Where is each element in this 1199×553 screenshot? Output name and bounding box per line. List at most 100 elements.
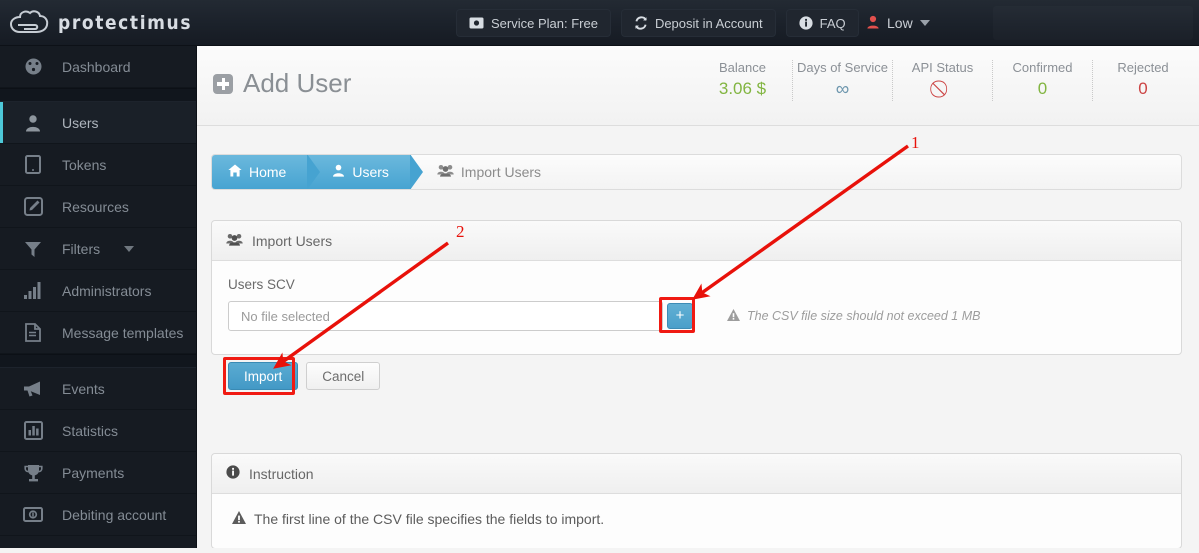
breadcrumb-label: Import Users [460, 164, 542, 180]
service-plan-label: Service Plan: Free [491, 15, 598, 31]
stats-bar: Balance 3.06 $ Days of Service ∞ API Sta… [693, 60, 1193, 101]
stat-rejected: Rejected 0 [1093, 60, 1193, 101]
import-panel-title: Import Users [252, 232, 333, 249]
csv-size-hint-text: The CSV file size should not exceed 1 MB [747, 309, 981, 323]
import-panel-header: Import Users [212, 221, 1181, 261]
sidebar-label: Dashboard [62, 58, 131, 75]
warning-icon [727, 308, 740, 324]
form-buttons: Import Cancel [223, 357, 1165, 395]
stat-key: Confirmed [1012, 60, 1073, 75]
faq-button[interactable]: FAQ [785, 9, 859, 37]
megaphone-icon [22, 380, 44, 398]
sidebar-item-tokens[interactable]: Tokens [0, 144, 196, 186]
sidebar-item-resources[interactable]: Resources [0, 186, 196, 228]
users-csv-label: Users SCV [228, 277, 295, 292]
instruction-panel-title: Instruction [249, 465, 314, 482]
banknote-icon [22, 507, 44, 522]
instruction-text-value: The first line of the CSV file specifies… [254, 511, 605, 527]
user-icon [22, 114, 44, 132]
stat-key: Balance [719, 60, 766, 75]
topbar-buttons: Service Plan: Free Deposit in Account FA… [456, 0, 859, 46]
sidebar-label: Payments [62, 464, 125, 481]
breadcrumb-item-home[interactable]: Home [212, 155, 321, 189]
sidebar-item-statistics[interactable]: Statistics [0, 410, 196, 452]
stat-key: API Status [911, 60, 974, 75]
sidebar-label: Message templates [62, 324, 184, 341]
top-navigation-bar: protectimus Service Plan: Free Deposit i… [0, 0, 1199, 46]
sidebar-label: Events [62, 380, 105, 397]
import-panel-body: Users SCV No file selected + The CSV fil… [212, 261, 1181, 395]
faq-label: FAQ [819, 15, 846, 31]
sidebar-label: Administrators [62, 282, 152, 299]
chevron-down-icon [124, 245, 135, 252]
breadcrumb: Home Users Import Users [211, 154, 1182, 190]
dashboard-icon [22, 57, 44, 76]
main-content: Home Users Import Users Import Users Use… [197, 126, 1199, 548]
user-icon [332, 164, 345, 180]
sidebar-divider [0, 354, 196, 368]
sidebar-label: Filters [62, 240, 101, 257]
stat-value: 3.06 $ [718, 79, 767, 98]
sidebar-item-message-templates[interactable]: Message templates [0, 312, 196, 354]
sidebar-label: Users [62, 114, 99, 131]
info-icon [799, 16, 813, 30]
instruction-body: The first line of the CSV file specifies… [212, 494, 1181, 527]
chart-box-icon [22, 421, 44, 440]
stat-api-status: API Status ⃠ [893, 60, 993, 101]
import-button-highlight [223, 357, 295, 395]
document-icon [22, 323, 44, 342]
sidebar-item-users[interactable]: Users [0, 102, 196, 144]
breadcrumb-label: Users [352, 164, 389, 180]
money-icon [469, 17, 484, 29]
edit-square-icon [22, 197, 44, 216]
import-users-panel: Import Users Users SCV No file selected … [211, 220, 1182, 395]
topbar-right-panel [993, 6, 1193, 40]
breadcrumb-item-users[interactable]: Users [308, 155, 423, 189]
sidebar-item-payments[interactable]: Payments [0, 452, 196, 494]
user-menu[interactable]: Low [858, 0, 930, 46]
funnel-icon [22, 240, 44, 258]
tablet-icon [22, 155, 44, 174]
file-input[interactable]: No file selected [228, 301, 663, 331]
stat-value: 0 [1138, 79, 1148, 98]
refresh-icon [634, 16, 648, 30]
deposit-button[interactable]: Deposit in Account [620, 9, 776, 37]
stat-balance: Balance 3.06 $ [693, 60, 793, 101]
stat-key: Days of Service [796, 60, 889, 75]
sidebar-item-filters[interactable]: Filters [0, 228, 196, 270]
user-icon [866, 15, 880, 32]
deposit-label: Deposit in Account [654, 15, 763, 31]
brand-logo[interactable]: protectimus [8, 0, 192, 46]
bar-chart-icon [22, 282, 44, 299]
stat-confirmed: Confirmed 0 [993, 60, 1093, 101]
sidebar-item-dashboard[interactable]: Dashboard [0, 46, 196, 88]
sidebar-divider [0, 88, 196, 102]
info-circle-icon [226, 465, 240, 482]
breadcrumb-item-import-users: Import Users [411, 155, 555, 189]
page-title-text: Add User [243, 68, 352, 98]
cancel-button[interactable]: Cancel [306, 362, 381, 390]
stat-value: ⃠ [895, 79, 990, 99]
breadcrumb-label: Home [249, 164, 287, 180]
page-header: Add User Balance 3.06 $ Days of Service … [197, 46, 1199, 126]
trophy-icon [22, 464, 44, 482]
brand-name: protectimus [58, 12, 193, 34]
chevron-down-icon [919, 20, 930, 26]
users-group-icon [226, 233, 243, 249]
sidebar-label: Resources [62, 198, 129, 215]
plus-square-icon [213, 73, 233, 94]
sidebar-item-events[interactable]: Events [0, 368, 196, 410]
csv-size-hint: The CSV file size should not exceed 1 MB [727, 308, 981, 324]
warning-icon [232, 511, 246, 527]
file-input-row: No file selected + The CSV file size sho… [228, 297, 1165, 333]
user-menu-label: Low [887, 15, 913, 31]
instruction-panel: Instruction The first line of the CSV fi… [211, 453, 1182, 548]
sidebar-item-debiting-account[interactable]: Debiting account [0, 494, 196, 536]
sidebar-label: Debiting account [62, 506, 167, 523]
protectimus-cloud-icon [8, 8, 52, 38]
file-placeholder: No file selected [241, 308, 330, 324]
sidebar-item-administrators[interactable]: Administrators [0, 270, 196, 312]
sidebar-label: Statistics [62, 422, 119, 439]
service-plan-button[interactable]: Service Plan: Free [456, 9, 611, 37]
instruction-panel-header: Instruction [212, 454, 1181, 494]
